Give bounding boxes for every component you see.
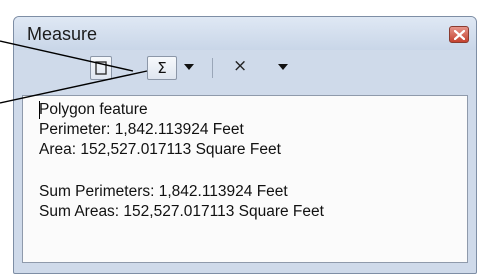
sum-button[interactable]: Σ: [147, 56, 177, 80]
sum-icon: Σ: [157, 59, 167, 77]
result-perimeter: Perimeter: 1,842.113924 Feet: [39, 121, 244, 138]
units-dropdown-chevron-icon[interactable]: [278, 64, 288, 70]
result-feature-type: Polygon feature: [39, 101, 148, 118]
close-button[interactable]: [449, 26, 469, 43]
measure-area-button[interactable]: [90, 56, 112, 80]
measure-area-icon: [95, 61, 107, 75]
screenshot-stage: Measure Σ × Polygon feature Perimeter: 1…: [0, 0, 481, 279]
toolbar: Σ ×: [22, 50, 468, 86]
result-area: Area: 152,527.017113 Square Feet: [39, 141, 281, 158]
result-sum-areas: Sum Areas: 152,527.017113 Square Feet: [39, 203, 324, 220]
results-panel[interactable]: Polygon feature Perimeter: 1,842.113924 …: [22, 95, 468, 263]
close-icon: [454, 30, 465, 40]
toolbar-separator: [212, 58, 213, 78]
title-bar[interactable]: Measure: [14, 17, 476, 50]
result-sum-perimeters: Sum Perimeters: 1,842.113924 Feet: [39, 183, 288, 200]
measure-window: Measure Σ × Polygon feature Perimeter: 1…: [13, 16, 477, 274]
clear-icon[interactable]: ×: [233, 56, 247, 76]
window-title: Measure: [27, 24, 98, 44]
sum-dropdown-chevron-icon[interactable]: [184, 64, 194, 70]
